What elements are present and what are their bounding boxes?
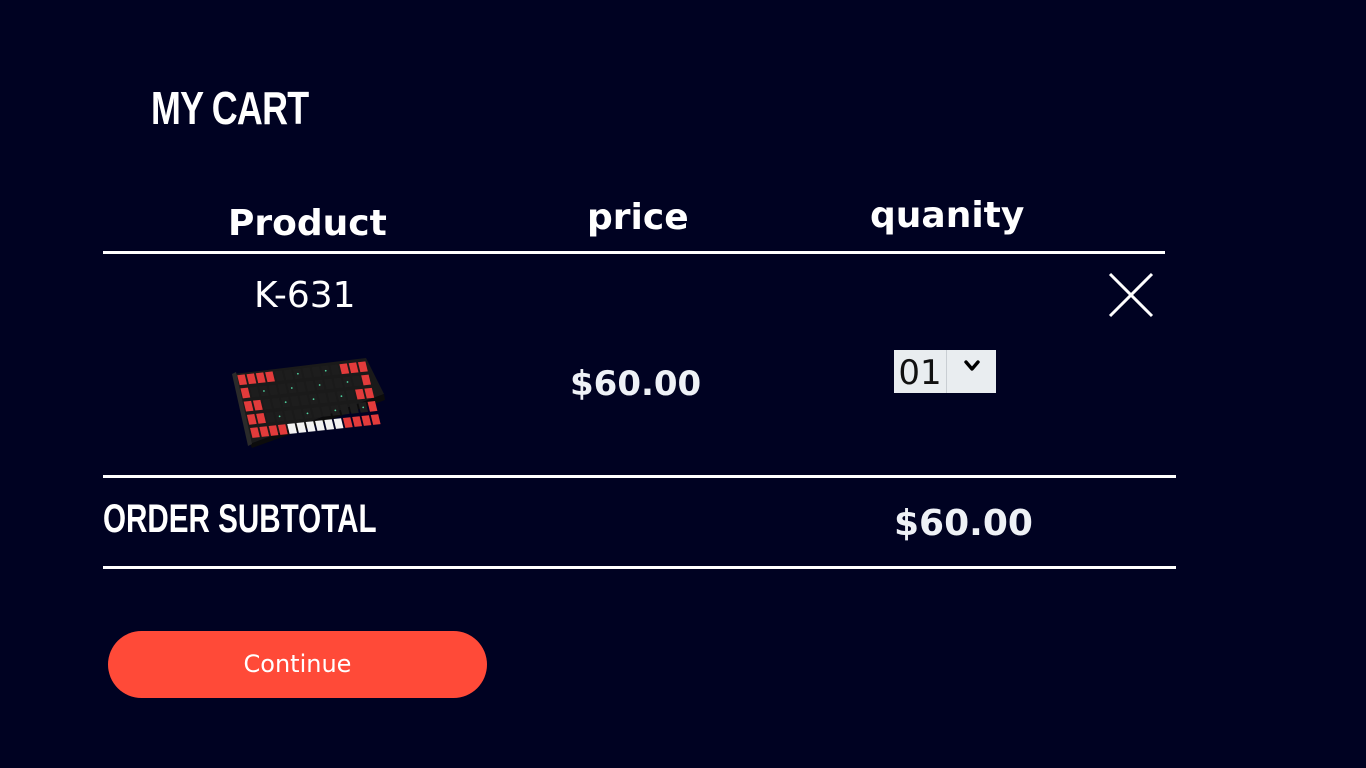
key-backlight [263,390,265,392]
key-backlight [312,398,315,401]
keycap [361,415,372,426]
keycap [370,414,381,425]
key-backlight [306,412,309,415]
chevron-down-icon [947,350,996,393]
page-title: MY CART [151,82,309,134]
keycap [333,418,344,429]
quantity-select[interactable]: 01 [894,350,996,393]
key-backlight [290,387,293,389]
close-icon [1108,272,1154,318]
cart-page: MY CART Product price quanity K-631 $60.… [0,0,1366,768]
key-backlight [346,381,349,383]
keycap [342,417,353,428]
key-backlight [318,384,321,386]
remove-item-button[interactable] [1106,270,1156,320]
subtotal-divider [103,566,1176,569]
column-header-product: Product [228,203,387,244]
continue-button[interactable]: Continue [108,631,487,698]
key-backlight [362,406,365,409]
product-image[interactable] [228,352,386,448]
key-backlight [340,395,343,398]
key-backlight [284,401,287,404]
keycap [352,416,363,427]
quantity-value: 01 [894,350,947,393]
keycap [324,419,335,430]
items-divider [103,475,1176,478]
key-backlight [334,409,337,412]
header-divider [103,251,1165,254]
column-header-quantity: quanity [870,195,1025,236]
key-backlight [278,415,281,418]
subtotal-value: $60.00 [894,503,1033,544]
item-price: $60.00 [570,364,702,404]
key-backlight [324,369,327,372]
product-name: K-631 [254,275,356,316]
key-backlight [296,372,299,375]
column-header-price: price [587,197,689,238]
subtotal-label: ORDER SUBTOTAL [103,497,377,541]
